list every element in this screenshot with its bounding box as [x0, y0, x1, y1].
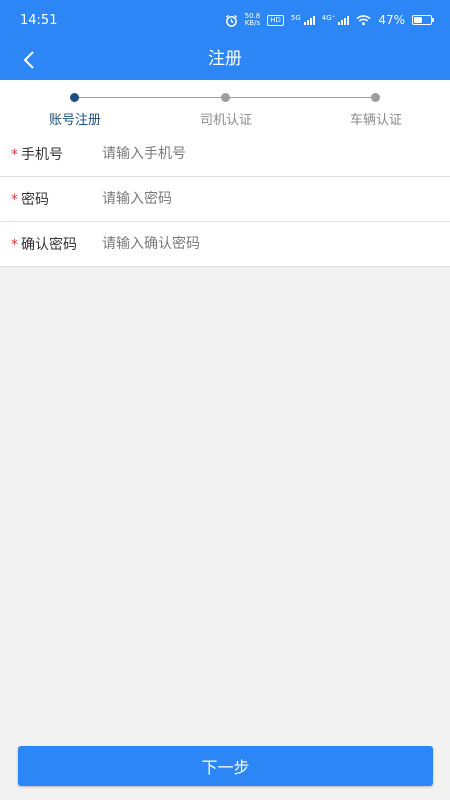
battery-icon — [412, 15, 434, 25]
confirm-password-row: * 确认密码 — [0, 222, 450, 267]
battery-percent: 47% — [378, 13, 405, 27]
page-title: 注册 — [208, 49, 242, 69]
step-label-driver: 司机认证 — [199, 113, 252, 128]
nav-bar: 注册 — [0, 40, 450, 80]
step-label-vehicle: 车辆认证 — [349, 113, 402, 128]
required-mark: * — [11, 192, 18, 208]
registration-stepper: 账号注册 司机认证 车辆认证 — [0, 80, 450, 132]
required-mark: * — [11, 147, 18, 163]
step-dot-account — [70, 93, 79, 102]
signal-sim2: 4G⁺ — [322, 15, 350, 25]
registration-form: * 手机号 * 密码 * 确认密码 — [0, 132, 450, 267]
status-icons: 50.8 KB/s HD 5G 4G⁺ 47% — [225, 12, 434, 27]
password-label: 密码 — [21, 192, 49, 208]
phone-input[interactable] — [102, 139, 450, 169]
next-step-button[interactable]: 下一步 — [18, 746, 433, 786]
required-mark: * — [11, 237, 18, 253]
battery-level — [414, 17, 422, 23]
wifi-icon — [356, 15, 371, 26]
confirm-password-input[interactable] — [102, 229, 450, 259]
status-time: 14:51 — [20, 12, 58, 28]
signal-bars-icon — [338, 16, 350, 25]
phone-row: * 手机号 — [0, 132, 450, 177]
signal-sim1: 5G — [291, 15, 315, 25]
password-input[interactable] — [102, 184, 450, 214]
step-dot-driver — [221, 93, 230, 102]
app-header: 14:51 50.8 KB/s HD 5G 4G⁺ 47% 注册 — [0, 0, 450, 80]
phone-label: 手机号 — [21, 147, 63, 163]
step-label-account: 账号注册 — [48, 113, 101, 128]
hd-badge: HD — [267, 14, 284, 26]
step-dot-vehicle — [371, 93, 380, 102]
status-bar: 14:51 50.8 KB/s HD 5G 4G⁺ 47% — [0, 0, 450, 40]
confirm-password-label: 确认密码 — [21, 237, 77, 253]
network-speed: 50.8 KB/s — [244, 12, 261, 27]
password-row: * 密码 — [0, 177, 450, 222]
signal-bars-icon — [303, 16, 315, 25]
alarm-icon — [225, 14, 237, 27]
